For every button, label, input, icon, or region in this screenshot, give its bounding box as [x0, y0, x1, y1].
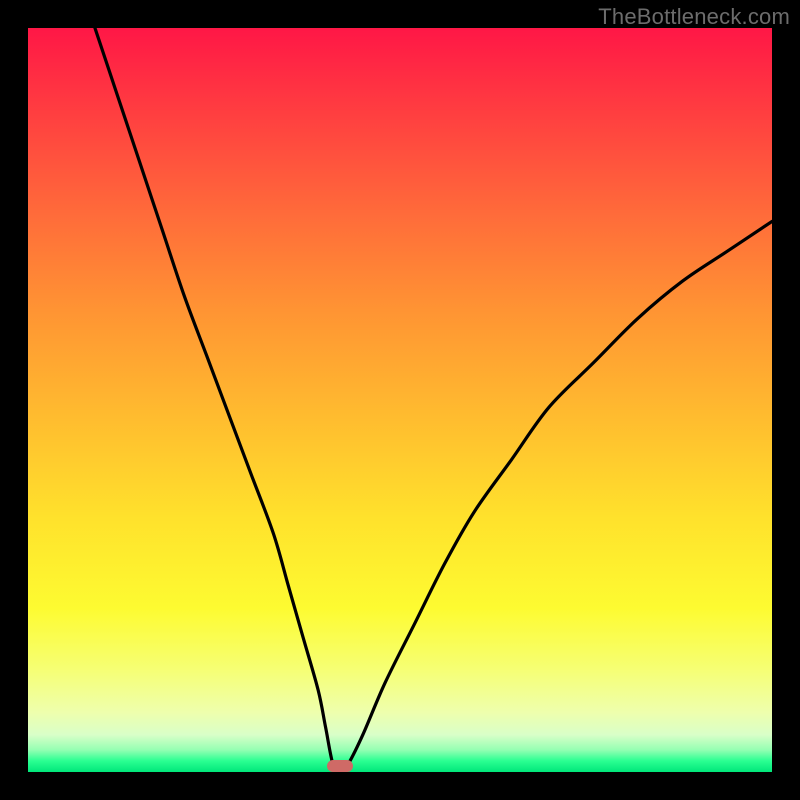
plot-area [28, 28, 772, 772]
minimum-marker [327, 760, 353, 772]
watermark-text: TheBottleneck.com [598, 4, 790, 30]
chart-frame: TheBottleneck.com [0, 0, 800, 800]
bottleneck-curve [28, 28, 772, 772]
